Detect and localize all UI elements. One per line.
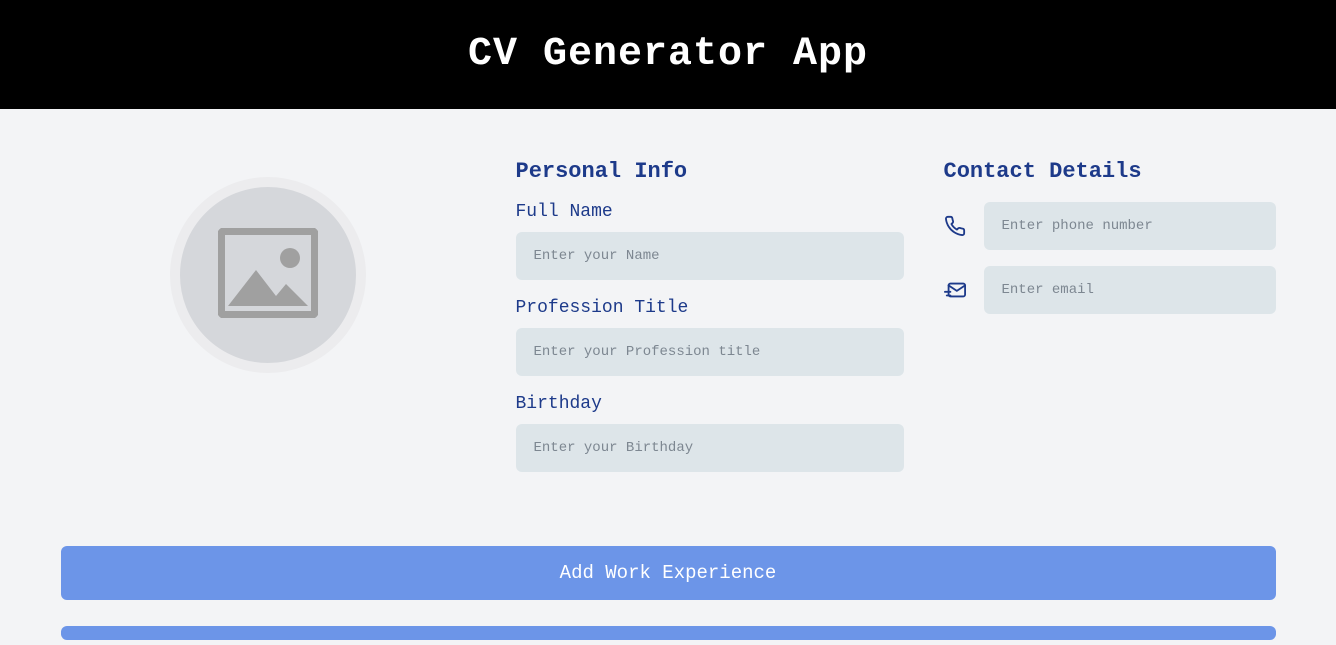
main-container: Personal Info Full Name Profession Title… bbox=[61, 109, 1276, 645]
app-header: CV Generator App bbox=[0, 0, 1336, 109]
email-input[interactable] bbox=[984, 266, 1276, 314]
phone-icon bbox=[944, 215, 966, 237]
top-section: Personal Info Full Name Profession Title… bbox=[61, 159, 1276, 486]
add-section-button-partial[interactable] bbox=[61, 626, 1276, 640]
add-work-experience-button[interactable]: Add Work Experience bbox=[61, 546, 1276, 600]
image-icon bbox=[218, 228, 318, 323]
avatar-column bbox=[61, 159, 476, 486]
email-icon bbox=[944, 279, 966, 301]
profession-label: Profession Title bbox=[516, 298, 904, 318]
email-row bbox=[944, 266, 1276, 314]
profession-input[interactable] bbox=[516, 328, 904, 376]
app-title: CV Generator App bbox=[468, 32, 868, 77]
personal-info-title: Personal Info bbox=[516, 159, 904, 184]
full-name-label: Full Name bbox=[516, 202, 904, 222]
personal-info-section: Personal Info Full Name Profession Title… bbox=[516, 159, 904, 486]
birthday-input[interactable] bbox=[516, 424, 904, 472]
full-name-input[interactable] bbox=[516, 232, 904, 280]
birthday-label: Birthday bbox=[516, 394, 904, 414]
phone-row bbox=[944, 202, 1276, 250]
avatar-placeholder[interactable] bbox=[170, 177, 366, 373]
contact-details-title: Contact Details bbox=[944, 159, 1276, 184]
phone-input[interactable] bbox=[984, 202, 1276, 250]
contact-details-section: Contact Details bbox=[944, 159, 1276, 486]
